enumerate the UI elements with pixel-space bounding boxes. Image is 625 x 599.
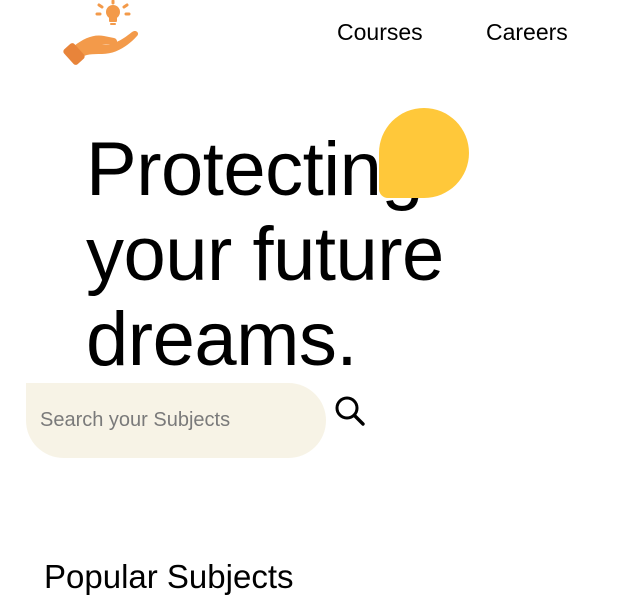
search-input[interactable] [40,409,310,432]
search-button[interactable] [333,393,369,429]
nav-link-careers[interactable]: Careers [486,17,568,47]
hero-title-line-3: dreams. [86,297,358,382]
decorative-blob [379,108,469,198]
search-icon [333,394,369,428]
nav-link-courses[interactable]: Courses [337,17,423,47]
main-nav: Courses Careers [0,17,625,49]
popular-subjects-heading: Popular Subjects [44,558,294,595]
search-field [26,383,326,458]
hero-title-line-2: your future [86,212,444,297]
